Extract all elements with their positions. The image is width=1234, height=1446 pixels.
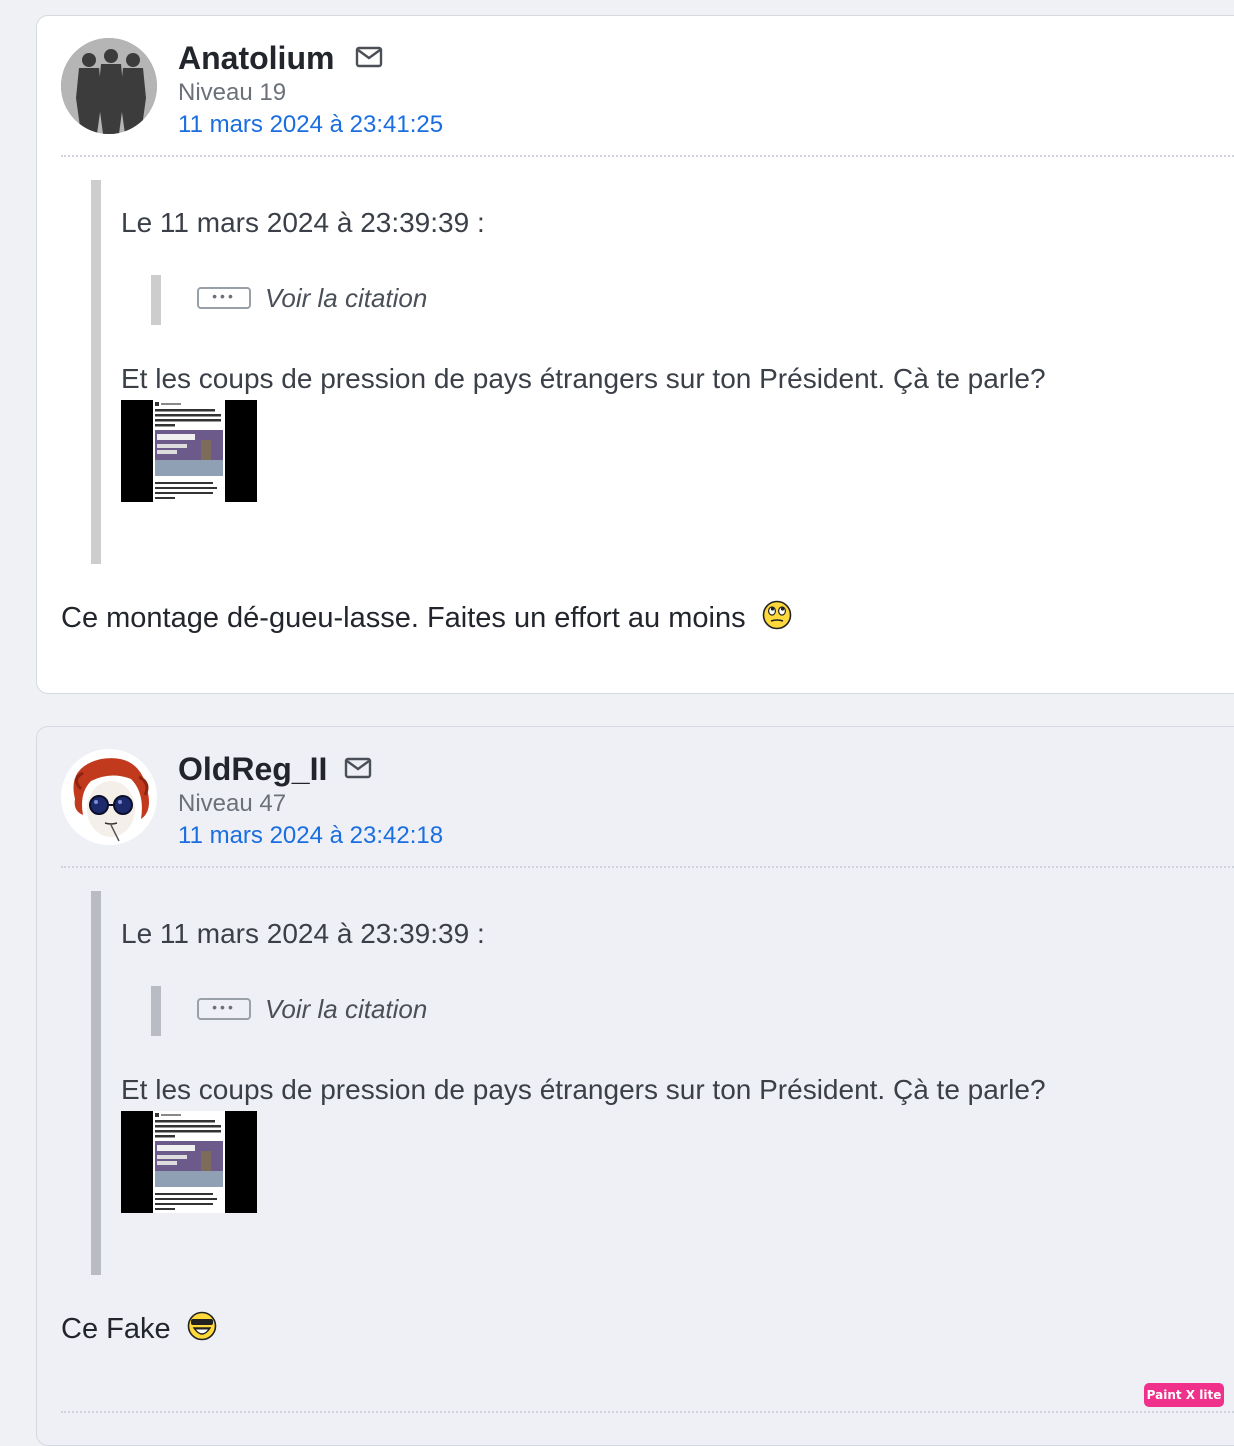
view-quote-link[interactable]: Voir la citation [265,992,427,1026]
post-body: Ce montage dé-gueu-lasse. Faites un effo… [61,600,792,636]
mail-icon[interactable] [355,46,383,68]
post-body-text: Ce montage dé-gueu-lasse. Faites un effo… [61,602,746,634]
image-thumbnail[interactable] [121,1111,257,1213]
avatar[interactable] [61,38,157,134]
post-body: Ce Fake [61,1311,217,1347]
quote-text: Et les coups de pression de pays étrange… [121,1074,1046,1105]
author-name[interactable]: Anatolium [178,38,334,78]
avatar[interactable] [61,749,157,845]
divider [61,1411,1234,1413]
quote-header: Le 11 mars 2024 à 23:39:39 : [121,207,485,238]
rolling-eyes-smiley-icon [762,600,791,630]
view-quote-link[interactable]: Voir la citation [265,281,427,315]
quote-header: Le 11 mars 2024 à 23:39:39 : [121,918,485,949]
post-date-link[interactable]: 11 mars 2024 à 23:41:25 [178,110,443,140]
quote-text: Et les coups de pression de pays étrange… [121,363,1046,394]
post-body-text: Ce Fake [61,1313,171,1345]
forum-post: Anatolium Niveau 19 11 mars 2024 à 23:41… [36,15,1234,694]
nested-quote-bar [151,986,161,1036]
user-level: Niveau 47 [178,790,287,817]
expand-quote-button[interactable]: ••• [197,998,251,1020]
nested-quote-bar [151,275,161,325]
expand-quote-button[interactable]: ••• [197,287,251,309]
author-name[interactable]: OldReg_II [178,749,327,789]
paint-x-lite-badge: Paint X lite [1144,1383,1224,1407]
quote-bar [91,891,101,1275]
post-date-link[interactable]: 11 mars 2024 à 23:42:18 [178,821,443,851]
divider [61,866,1234,868]
laughing-sunglasses-smiley-icon [187,1311,216,1341]
forum-post: OldReg_II Niveau 47 11 mars 2024 à 23:42… [36,726,1234,1446]
mail-icon[interactable] [344,757,372,779]
image-thumbnail[interactable] [121,400,257,502]
user-level: Niveau 19 [178,79,287,106]
divider [61,155,1234,157]
quote-bar [91,180,101,564]
